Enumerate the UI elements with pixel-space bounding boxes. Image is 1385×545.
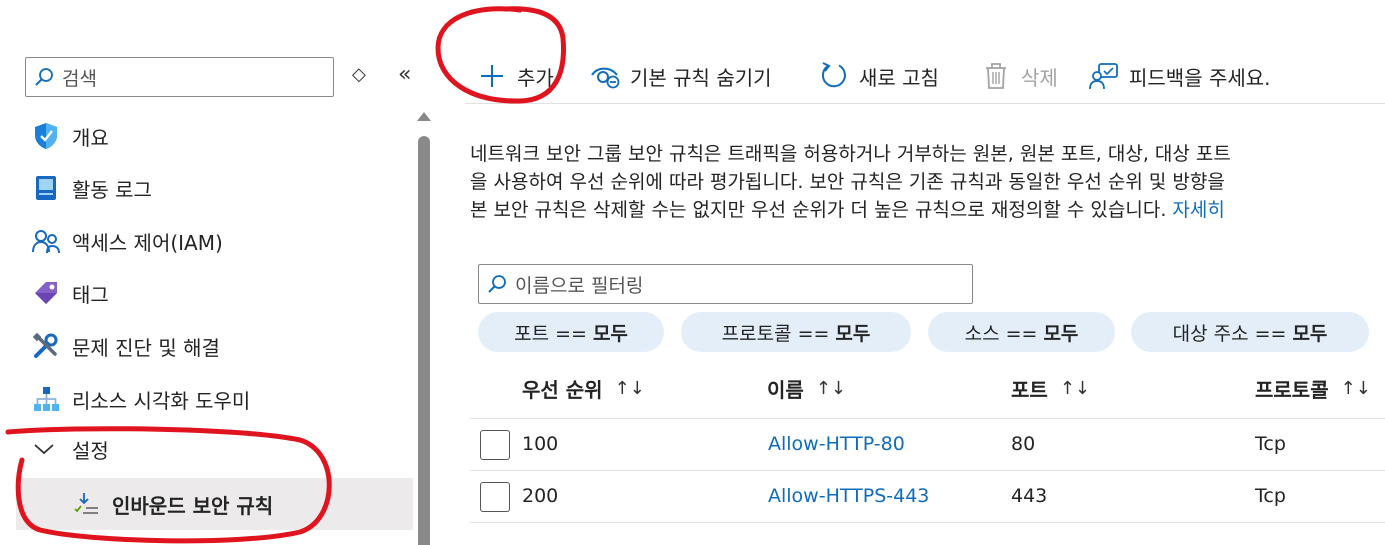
cell-port: 443 — [1011, 485, 1048, 507]
sort-arrows-icon: ↑↓ — [1340, 378, 1371, 399]
column-header-label: 포트 — [1011, 378, 1048, 402]
command-bar: 추가 기본 규칙 숨기기 새로 고침 삭제 피드백을 주세요. — [465, 48, 1385, 104]
description-line-3: 본 보안 규칙은 삭제할 수는 없지만 우선 순위가 더 높은 규칙으로 재정의… — [470, 196, 1385, 224]
cell-name-link[interactable]: Allow-HTTP-80 — [768, 433, 905, 455]
column-header-label: 이름 — [767, 378, 804, 402]
sidebar-item-resource-visualizer[interactable]: 리소스 시각화 도우미 — [0, 373, 413, 425]
scroll-thumb[interactable] — [418, 136, 430, 545]
column-header-name[interactable]: 이름 ↑↓ — [767, 374, 846, 403]
network-tree-icon — [32, 385, 60, 413]
refresh-label: 새로 고침 — [859, 65, 939, 90]
cell-protocol: Tcp — [1255, 485, 1286, 507]
search-icon — [488, 275, 506, 293]
resource-sidebar: 검색 ◇ « 개요 활동 로그 액세스 제어(IAM) 태그 문제 진단 및 해… — [0, 0, 440, 545]
sort-arrows-icon: ↑↓ — [614, 378, 645, 399]
shield-icon — [32, 122, 60, 150]
hide-default-label: 기본 규칙 숨기기 — [630, 65, 772, 90]
pill-value: 모두 — [592, 322, 628, 345]
name-filter-input[interactable]: 이름으로 필터링 — [478, 264, 973, 304]
sort-arrows-icon: ↑↓ — [815, 378, 846, 399]
download-list-icon — [72, 490, 100, 518]
pill-key: 포트 == — [514, 322, 587, 345]
table-row[interactable]: 100 Allow-HTTP-80 80 Tcp — [470, 419, 1385, 471]
delete-button[interactable]: 삭제 — [981, 56, 1058, 96]
column-header-protocol[interactable]: 프로토콜 ↑↓ — [1255, 374, 1371, 403]
sidebar-item-diagnose[interactable]: 문제 진단 및 해결 — [0, 320, 413, 372]
sidebar-search-input[interactable]: 검색 — [25, 57, 334, 97]
learn-more-link[interactable]: 자세히 — [1172, 199, 1224, 221]
pill-value: 모두 — [1043, 322, 1079, 345]
feedback-label: 피드백을 주세요. — [1129, 65, 1271, 90]
refresh-icon — [819, 61, 849, 91]
sidebar-item-label: 인바운드 보안 규칙 — [112, 493, 274, 518]
sidebar-item-label: 리소스 시각화 도우미 — [72, 388, 251, 413]
collapse-sidebar-icon[interactable]: « — [398, 62, 412, 87]
sidebar-group-settings[interactable]: 설정 — [0, 423, 413, 475]
sidebar-item-label: 태그 — [72, 282, 109, 307]
rules-description: 네트워크 보안 그룹 보안 규칙은 트래픽을 허용하거나 거부하는 원본, 원본… — [470, 140, 1385, 224]
filter-pill-port[interactable]: 포트 == 모두 — [478, 312, 664, 352]
description-line-2: 을 사용하여 우선 순위에 따라 평가됩니다. 보안 규칙은 기존 규칙과 동일… — [470, 171, 1225, 193]
refresh-button[interactable]: 새로 고침 — [819, 56, 939, 96]
add-label: 추가 — [517, 65, 554, 90]
log-book-icon — [32, 174, 60, 202]
cell-port: 80 — [1011, 433, 1036, 455]
plus-icon — [477, 61, 507, 91]
sidebar-item-overview[interactable]: 개요 — [0, 110, 413, 162]
feedback-button[interactable]: 피드백을 주세요. — [1089, 56, 1271, 96]
cell-name-link[interactable]: Allow-HTTPS-443 — [768, 485, 929, 507]
search-icon — [35, 68, 53, 86]
row-checkbox[interactable] — [480, 482, 510, 512]
sidebar-search-placeholder: 검색 — [62, 67, 97, 90]
hide-default-rules-button[interactable]: 기본 규칙 숨기기 — [590, 56, 772, 96]
pill-value: 모두 — [835, 322, 871, 345]
cell-protocol: Tcp — [1255, 433, 1286, 455]
table-row[interactable]: 200 Allow-HTTPS-443 443 Tcp — [470, 471, 1385, 523]
tag-icon — [32, 279, 60, 307]
sidebar-item-inbound-rules[interactable]: 인바운드 보안 규칙 — [16, 478, 413, 530]
sort-arrows-icon: ↑↓ — [1059, 378, 1090, 399]
name-filter-placeholder: 이름으로 필터링 — [515, 274, 644, 297]
scroll-up-arrow-icon[interactable] — [417, 112, 431, 121]
people-icon — [32, 227, 60, 255]
sidebar-item-tags[interactable]: 태그 — [0, 267, 413, 319]
sidebar-item-label: 설정 — [72, 438, 109, 463]
sidebar-item-label: 액세스 제어(IAM) — [72, 230, 223, 255]
filter-pill-protocol[interactable]: 프로토콜 == 모두 — [681, 312, 911, 352]
sidebar-item-label: 문제 진단 및 해결 — [72, 335, 220, 360]
cell-priority: 100 — [522, 433, 559, 455]
delete-label: 삭제 — [1021, 65, 1058, 90]
pill-key: 소스 == — [964, 322, 1038, 345]
pill-key: 프로토콜 == — [721, 322, 830, 345]
sidebar-item-access-control[interactable]: 액세스 제어(IAM) — [0, 215, 413, 267]
trash-icon — [981, 61, 1011, 91]
cell-priority: 200 — [522, 485, 559, 507]
description-line-3-text: 본 보안 규칙은 삭제할 수는 없지만 우선 순위가 더 높은 규칙으로 재정의… — [470, 199, 1167, 221]
pill-value: 모두 — [1292, 322, 1328, 345]
sidebar-scrollbar[interactable] — [417, 112, 431, 545]
column-header-port[interactable]: 포트 ↑↓ — [1011, 374, 1090, 403]
filter-pill-source[interactable]: 소스 == 모두 — [928, 312, 1115, 352]
wrench-icon — [32, 332, 60, 360]
sidebar-item-label: 개요 — [72, 125, 109, 150]
column-header-label: 프로토콜 — [1255, 378, 1329, 402]
filter-pill-destination[interactable]: 대상 주소 == 모두 — [1131, 312, 1369, 352]
sidebar-item-activity-log[interactable]: 활동 로그 — [0, 162, 413, 214]
column-header-priority[interactable]: 우선 순위 ↑↓ — [522, 374, 645, 403]
sort-updown-icon[interactable]: ◇ — [352, 64, 366, 85]
chevron-down-icon — [30, 435, 58, 463]
eye-hide-icon — [590, 61, 620, 91]
sidebar-item-label: 활동 로그 — [72, 177, 152, 202]
column-header-label: 우선 순위 — [522, 378, 603, 402]
row-checkbox[interactable] — [480, 430, 510, 460]
description-line-1: 네트워크 보안 그룹 보안 규칙은 트래픽을 허용하거나 거부하는 원본, 원본… — [470, 143, 1231, 165]
pill-key: 대상 주소 == — [1172, 322, 1287, 345]
feedback-person-icon — [1089, 61, 1119, 91]
add-button[interactable]: 추가 — [477, 56, 554, 96]
